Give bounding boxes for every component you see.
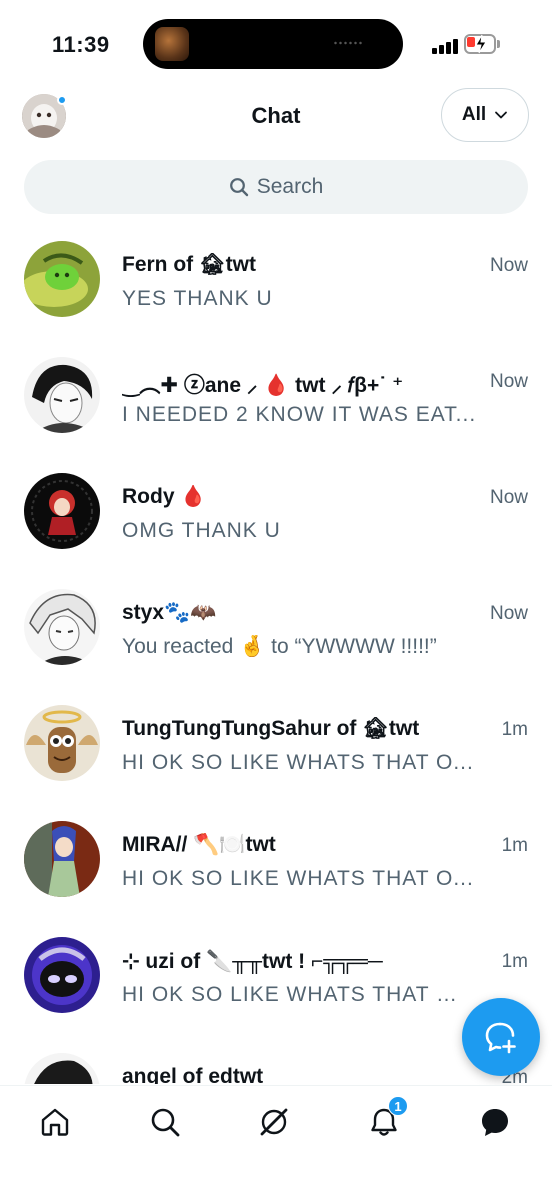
dynamic-island[interactable] <box>143 19 403 69</box>
chat-row[interactable]: ‿︵✚ ⓩane ⸝ 🩸 twt ⸝ 𝑓β+˙ ⁺ Now I NEEDED 2… <box>0 338 552 454</box>
nav-chat[interactable] <box>475 1102 515 1142</box>
chat-header: Chat All <box>0 84 552 148</box>
filter-dropdown-button[interactable]: All <box>441 88 529 142</box>
chat-avatar <box>24 821 100 897</box>
chat-name: Fern of 🏚twt <box>122 253 256 276</box>
chat-preview: HI OK SO LIKE WHATS THAT O... <box>122 867 474 890</box>
new-message-button[interactable] <box>462 998 540 1076</box>
chat-row[interactable]: TungTungTungSahur of 🏚twt 1m HI OK SO LI… <box>0 686 552 802</box>
battery-icon <box>464 34 500 54</box>
chat-preview: YES THANK U <box>122 287 273 310</box>
chat-time: 1m <box>501 951 528 972</box>
chat-row[interactable]: Fern of 🏚twt Now YES THANK U <box>0 222 552 338</box>
chat-name: styx🐾🦇 <box>122 601 217 624</box>
nav-search[interactable] <box>145 1102 185 1142</box>
chevron-down-icon <box>495 111 508 119</box>
chat-time: Now <box>489 371 528 392</box>
chat-time: Now <box>489 603 528 624</box>
chat-name: TungTungTungSahur of 🏚twt <box>122 717 420 740</box>
cellular-signal-icon <box>432 38 458 54</box>
chat-name: ⊹ uzi of 🔪╥╥twt ! ⌐╦╦═─ <box>122 950 383 973</box>
island-indicator <box>333 41 363 45</box>
now-playing-artwork <box>155 27 189 61</box>
notification-badge: 1 <box>388 1096 408 1116</box>
chat-avatar <box>24 357 100 433</box>
chat-time: Now <box>489 255 528 276</box>
chat-preview: HI OK SO LIKE WHATS THAT O... <box>122 751 474 774</box>
chat-row[interactable]: styx🐾🦇 Now You reacted 🤞 to “YWWWW !!!!!… <box>0 570 552 686</box>
chat-name: Rody 🩸 <box>122 485 207 508</box>
grok-icon <box>260 1108 288 1136</box>
chat-row[interactable]: Rody 🩸 Now OMG THANK U <box>0 454 552 570</box>
chat-avatar <box>24 241 100 317</box>
search-icon <box>229 178 248 197</box>
chat-time: Now <box>489 487 528 508</box>
status-time: 11:39 <box>52 32 110 57</box>
chat-name: angel of edtwt <box>122 1065 264 1084</box>
nav-grok[interactable] <box>254 1102 294 1142</box>
chat-name: MIRA// 🪓🍽️twt <box>122 833 276 856</box>
filter-label: All <box>461 104 487 125</box>
chat-name: ‿︵✚ ⓩane ⸝ 🩸 twt ⸝ 𝑓β+˙ ⁺ <box>122 374 404 397</box>
search-placeholder: Search <box>256 175 324 198</box>
nav-notifications[interactable]: 1 <box>364 1096 408 1142</box>
home-icon <box>41 1108 69 1136</box>
chat-time: 1m <box>501 719 528 740</box>
chat-preview: I NEEDED 2 KNOW IT WAS EAT... <box>122 403 477 426</box>
chat-preview: You reacted 🤞 to “YWWWW !!!!!” <box>122 635 437 658</box>
search-input[interactable]: Search <box>24 160 528 214</box>
chat-bubble-icon <box>482 1109 508 1136</box>
chat-avatar <box>24 705 100 781</box>
compose-message-icon <box>485 1022 516 1054</box>
chat-avatar <box>24 1053 100 1084</box>
chat-list[interactable]: Fern of 🏚twt Now YES THANK U ‿︵✚ ⓩane ⸝ … <box>0 222 552 1084</box>
chat-time: 1m <box>501 835 528 856</box>
search-icon <box>151 1108 180 1137</box>
nav-home[interactable] <box>35 1102 75 1142</box>
chat-avatar <box>24 937 100 1013</box>
chat-avatar <box>24 589 100 665</box>
bottom-nav: 1 <box>0 1085 552 1200</box>
chat-preview: OMG THANK U <box>122 519 281 542</box>
status-bar: 11:39 <box>0 0 552 80</box>
chat-row[interactable]: MIRA// 🪓🍽️twt 1m HI OK SO LIKE WHATS THA… <box>0 802 552 918</box>
chat-preview: HI OK SO LIKE WHATS THAT O... <box>122 983 462 1006</box>
chat-avatar <box>24 473 100 549</box>
